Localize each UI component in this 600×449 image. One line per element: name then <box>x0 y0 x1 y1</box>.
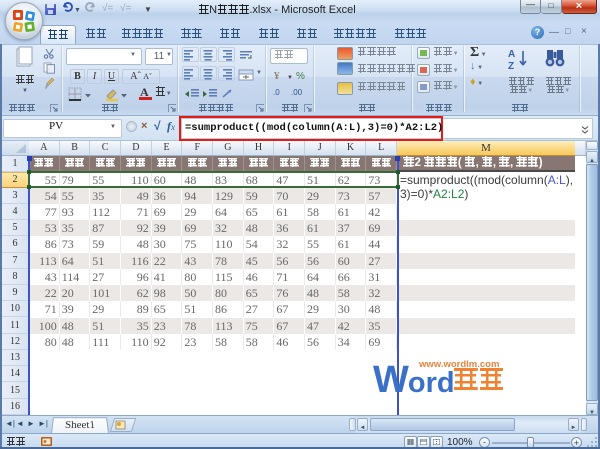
svg-text:A: A <box>508 49 515 60</box>
svg-text:.0: .0 <box>273 88 280 97</box>
svg-text:▼: ▼ <box>287 75 293 81</box>
svg-text:¥: ¥ <box>274 70 280 82</box>
svg-text:Z: Z <box>508 61 514 72</box>
svg-text:.00: .00 <box>291 88 303 97</box>
svg-text:%: % <box>296 71 305 82</box>
